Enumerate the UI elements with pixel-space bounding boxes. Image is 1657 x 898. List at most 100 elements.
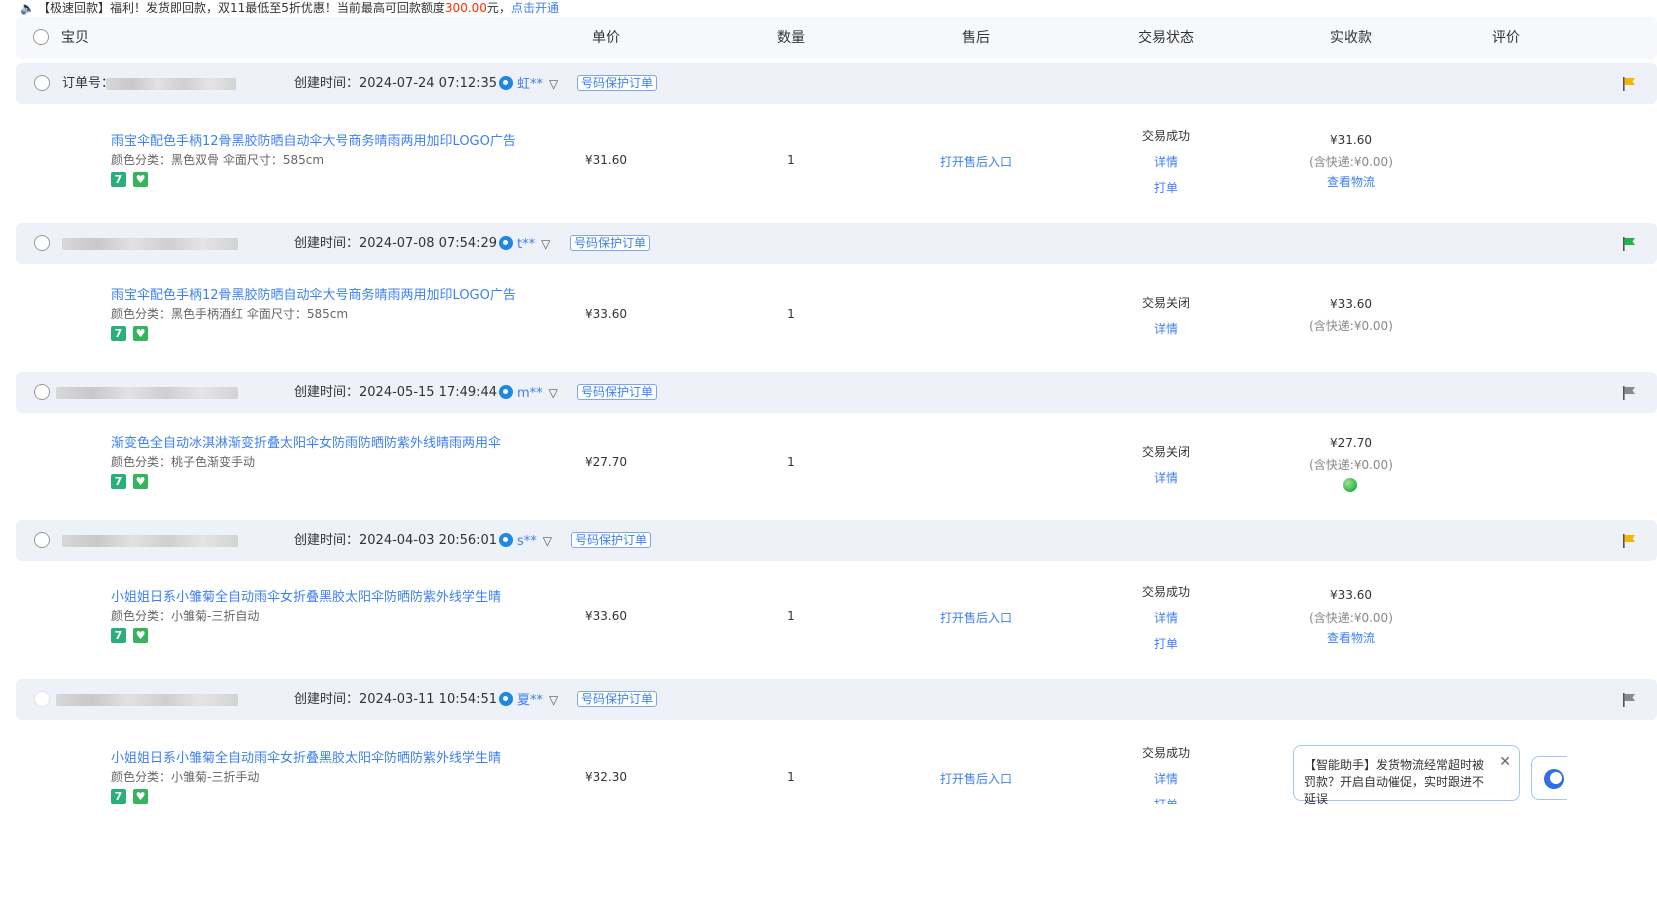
- smart-assistant-popup[interactable]: 【智能助手】发货物流经常超时被罚款？开启自动催促，实时跟进不延误 ✕: [1293, 745, 1520, 806]
- trade-status: 交易成功: [1141, 129, 1190, 143]
- logistics-link[interactable]: 查看物流: [1296, 173, 1406, 190]
- buyer-link[interactable]: 夏** ▽: [499, 692, 558, 708]
- guarantee-icon: ♥: [133, 326, 148, 341]
- order-created-time: 创建时间：2024-05-15 17:49:44: [294, 385, 498, 400]
- order-number-redacted: [56, 387, 238, 399]
- header-aftersale: 售后: [962, 30, 990, 46]
- number-protect-tag: 号码保护订单: [577, 384, 658, 400]
- aftersale-link[interactable]: 打开售后入口: [916, 770, 1036, 787]
- seven-day-return-icon: 7: [111, 789, 126, 804]
- order-block: 创建时间：2024-04-03 20:56:01 s** ▽ 号码保护订单 小姐姐…: [16, 520, 1657, 675]
- item-price: ¥33.60: [585, 609, 627, 623]
- wangwang-icon: [499, 236, 513, 250]
- item-sku: 颜色分类：小雏菊-三折手动: [111, 770, 260, 784]
- item-sku: 颜色分类：桃子色渐变手动: [111, 455, 256, 469]
- detail-link[interactable]: 详情: [1111, 770, 1221, 787]
- item-price: ¥32.30: [585, 770, 627, 784]
- close-icon[interactable]: ✕: [1499, 754, 1511, 771]
- promo-notice: 🔈 【极速回款】福利！发货即回款，双11最低至5折优惠！当前最高可回款额度300.…: [20, 0, 559, 16]
- item-qty: 1: [787, 609, 795, 623]
- order-checkbox[interactable]: [34, 532, 50, 548]
- buyer-link[interactable]: 虹** ▽: [499, 76, 558, 92]
- buyer-name: m**: [517, 386, 543, 401]
- item-price: ¥27.70: [585, 455, 627, 469]
- header-status: 交易状态: [1138, 30, 1194, 46]
- buyer-name: 虹**: [517, 77, 544, 92]
- order-block: 创建时间：2024-05-15 17:49:44 m** ▽ 号码保护订单 渐变色…: [16, 372, 1657, 517]
- shipping-fee: (含快递:¥0.00): [1309, 611, 1393, 625]
- order-block: 创建时间：2024-07-08 07:54:29 t** ▽ 号码保护订单 雨宝伞…: [16, 223, 1657, 368]
- buyer-name: 夏**: [517, 693, 544, 708]
- trade-status: 交易关闭: [1141, 445, 1190, 459]
- assistant-side-button[interactable]: [1531, 756, 1567, 800]
- service-badges: 7 ♥: [111, 628, 155, 643]
- order-header: 创建时间：2024-03-11 10:54:51 夏** ▽ 号码保护订单: [16, 679, 1657, 720]
- item-qty: 1: [787, 770, 795, 784]
- item-qty: 1: [787, 455, 795, 469]
- notice-text: 【极速回款】福利！发货即回款，双11最低至5折优惠！当前最高可回款额度: [38, 1, 445, 15]
- wangwang-icon: [499, 76, 513, 90]
- flag-icon[interactable]: [1621, 692, 1637, 708]
- flag-icon[interactable]: [1621, 76, 1637, 92]
- wangwang-icon: [499, 692, 513, 706]
- buyer-link[interactable]: m** ▽: [499, 385, 558, 401]
- item-price: ¥33.60: [585, 307, 627, 321]
- seven-day-return-icon: 7: [111, 474, 126, 489]
- item-title-link[interactable]: 雨宝伞配色手柄12骨黑胶防晒自动伞大号商务晴雨两用加印LOGO广告: [111, 284, 516, 303]
- seven-day-return-icon: 7: [111, 172, 126, 187]
- item-title-link[interactable]: 雨宝伞配色手柄12骨黑胶防晒自动伞大号商务晴雨两用加印LOGO广告: [111, 130, 516, 149]
- order-header: 创建时间：2024-07-08 07:54:29 t** ▽ 号码保护订单: [16, 223, 1657, 264]
- shipping-fee: (含快递:¥0.00): [1309, 155, 1393, 169]
- print-link[interactable]: 打单: [1111, 796, 1221, 804]
- detail-link[interactable]: 详情: [1111, 609, 1221, 626]
- filter-icon[interactable]: ▽: [541, 236, 550, 252]
- select-all-checkbox[interactable]: [33, 29, 49, 45]
- seven-day-return-icon: 7: [111, 326, 126, 341]
- trade-status: 交易关闭: [1141, 296, 1190, 310]
- aftersale-link[interactable]: 打开售后入口: [916, 153, 1036, 170]
- service-badges: 7 ♥: [111, 326, 155, 341]
- item-title-link[interactable]: 渐变色全自动冰淇淋渐变折叠太阳伞女防雨防晒防紫外线晴雨两用伞: [111, 432, 501, 451]
- number-protect-tag: 号码保护订单: [571, 532, 652, 548]
- flag-icon[interactable]: [1621, 385, 1637, 401]
- order-number-redacted: [62, 535, 238, 547]
- notice-amount: 300.00: [444, 1, 487, 15]
- filter-icon[interactable]: ▽: [543, 533, 552, 549]
- notice-open-link[interactable]: 点击开通: [511, 1, 559, 15]
- detail-link[interactable]: 详情: [1111, 153, 1221, 170]
- buyer-link[interactable]: s** ▽: [499, 533, 552, 549]
- paid-amount: ¥33.60: [1330, 297, 1372, 311]
- assistant-icon: [1544, 769, 1564, 789]
- speaker-icon: 🔈: [20, 1, 35, 15]
- logistics-globe-icon[interactable]: [1343, 478, 1357, 492]
- order-header: 创建时间：2024-04-03 20:56:01 s** ▽ 号码保护订单: [16, 520, 1657, 561]
- aftersale-link[interactable]: 打开售后入口: [916, 609, 1036, 626]
- trade-status: 交易成功: [1141, 585, 1190, 599]
- filter-icon[interactable]: ▽: [549, 692, 558, 708]
- print-link[interactable]: 打单: [1111, 635, 1221, 652]
- service-badges: 7 ♥: [111, 172, 155, 187]
- guarantee-icon: ♥: [133, 172, 148, 187]
- item-qty: 1: [787, 153, 795, 167]
- flag-icon[interactable]: [1621, 236, 1637, 252]
- buyer-link[interactable]: t** ▽: [499, 236, 550, 252]
- print-link[interactable]: 打单: [1111, 179, 1221, 196]
- guarantee-icon: ♥: [133, 789, 148, 804]
- flag-icon[interactable]: [1621, 533, 1637, 549]
- filter-icon[interactable]: ▽: [549, 76, 558, 92]
- detail-link[interactable]: 详情: [1111, 469, 1221, 486]
- order-checkbox[interactable]: [34, 384, 50, 400]
- order-number-redacted: [62, 238, 238, 250]
- item-title-link[interactable]: 小姐姐日系小雏菊全自动雨伞女折叠黑胶太阳伞防晒防紫外线学生晴: [111, 747, 501, 766]
- wangwang-icon: [499, 533, 513, 547]
- logistics-link[interactable]: 查看物流: [1296, 629, 1406, 646]
- order-created-time: 创建时间：2024-04-03 20:56:01: [294, 533, 498, 548]
- order-checkbox[interactable]: [34, 235, 50, 251]
- shipping-fee: (含快递:¥0.00): [1309, 319, 1393, 333]
- order-checkbox[interactable]: [34, 691, 50, 707]
- detail-link[interactable]: 详情: [1111, 320, 1221, 337]
- filter-icon[interactable]: ▽: [549, 385, 558, 401]
- item-title-link[interactable]: 小姐姐日系小雏菊全自动雨伞女折叠黑胶太阳伞防晒防紫外线学生晴: [111, 586, 501, 605]
- paid-amount: ¥33.60: [1330, 588, 1372, 602]
- order-checkbox[interactable]: [34, 75, 50, 91]
